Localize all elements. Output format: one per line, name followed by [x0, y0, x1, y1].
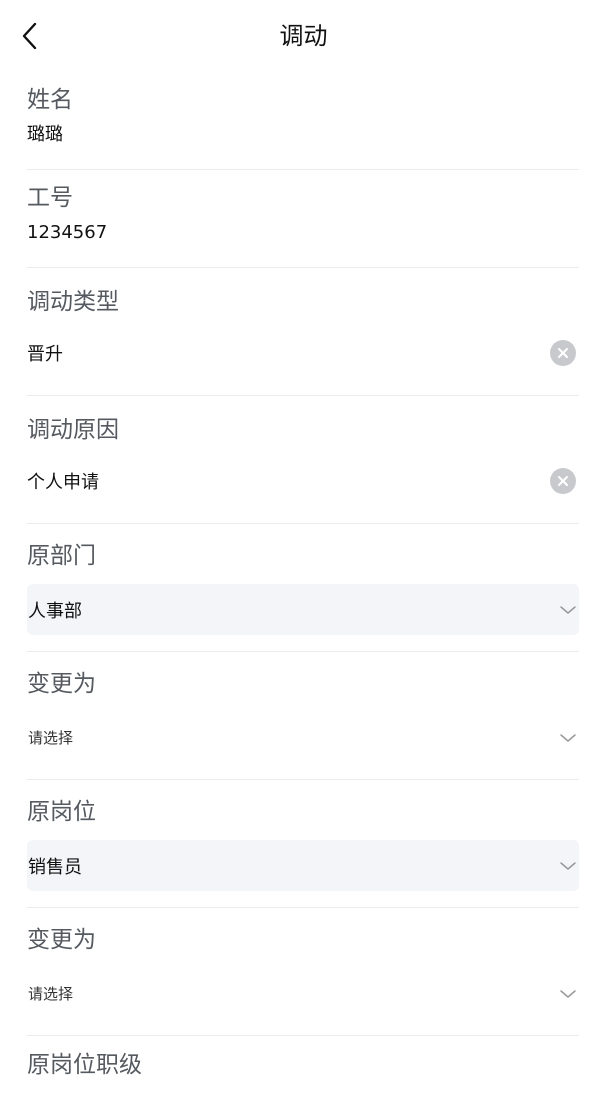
- chevron-down-icon: [559, 861, 577, 871]
- clear-circle-icon: [558, 348, 568, 358]
- original-position-label: 原岗位: [27, 799, 96, 825]
- new-position-field: 变更为 请选择: [27, 908, 579, 1036]
- transfer-type-label: 调动类型: [27, 289, 119, 315]
- transfer-reason-field: 调动原因 个人申请: [27, 396, 579, 524]
- new-position-select[interactable]: 请选择: [27, 968, 579, 1019]
- original-position-field: 原岗位 销售员: [27, 780, 579, 908]
- original-position-level-label: 原岗位职级: [27, 1052, 142, 1078]
- clear-circle-icon: [558, 476, 568, 486]
- name-value: 璐璐: [27, 124, 63, 145]
- new-department-field: 变更为 请选择: [27, 652, 579, 780]
- chevron-down-icon: [559, 989, 577, 999]
- employee-id-label: 工号: [27, 185, 73, 211]
- original-department-select[interactable]: 人事部: [27, 584, 579, 635]
- original-department-label: 原部门: [27, 543, 96, 569]
- transfer-reason-value: 个人申请: [27, 472, 99, 493]
- transfer-reason-clear-button[interactable]: [550, 468, 576, 494]
- employee-id-field: 工号 1234567: [27, 170, 579, 268]
- transfer-type-value: 晋升: [27, 344, 63, 365]
- new-department-label: 变更为: [27, 671, 96, 697]
- new-position-label: 变更为: [27, 927, 96, 953]
- new-department-select[interactable]: 请选择: [27, 712, 579, 763]
- nav-bar: 调动: [0, 0, 607, 72]
- transfer-reason-input[interactable]: 个人申请: [27, 466, 579, 496]
- original-department-value: 人事部: [28, 600, 82, 622]
- page-title: 调动: [279, 22, 328, 50]
- transfer-type-clear-button[interactable]: [550, 340, 576, 366]
- original-position-select[interactable]: 销售员: [27, 840, 579, 891]
- transfer-type-input[interactable]: 晋升: [27, 338, 579, 368]
- transfer-type-field: 调动类型 晋升: [27, 268, 579, 396]
- original-position-level-field: 原岗位职级: [27, 1036, 579, 1096]
- chevron-down-icon: [559, 733, 577, 743]
- name-label: 姓名: [27, 87, 73, 113]
- original-department-field: 原部门 人事部: [27, 524, 579, 652]
- name-field: 姓名 璐璐: [27, 72, 579, 170]
- original-position-value: 销售员: [28, 856, 82, 878]
- transfer-form: 姓名 璐璐 工号 1234567 调动类型 晋升 调动原因 个人申请 原部门 人…: [27, 72, 579, 1096]
- chevron-down-icon: [559, 605, 577, 615]
- employee-id-value: 1234567: [27, 222, 108, 243]
- new-department-placeholder: 请选择: [28, 729, 74, 747]
- new-position-placeholder: 请选择: [28, 985, 74, 1003]
- transfer-reason-label: 调动原因: [27, 417, 119, 443]
